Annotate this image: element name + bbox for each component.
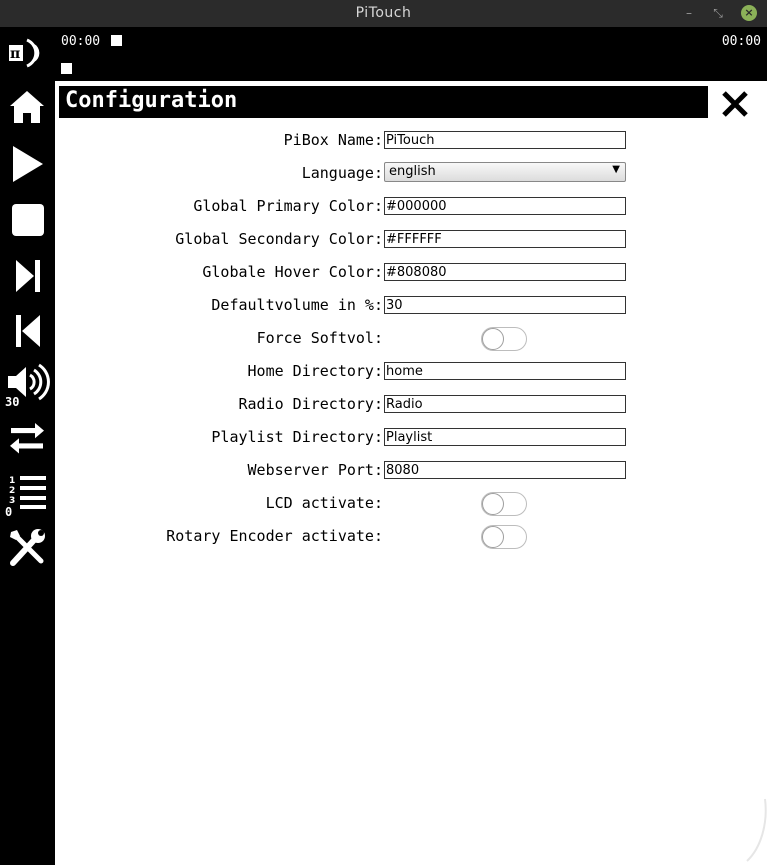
pi-logo-icon: π [9,38,40,68]
config-row-primary-color: Global Primary Color: [55,195,767,219]
maximize-button[interactable]: ⤡ [711,6,725,20]
stop-indicator-icon [111,35,122,46]
pibox-name-input[interactable] [384,131,626,149]
page-header: Configuration [59,86,708,118]
primary-color-input[interactable] [384,197,626,215]
playlist-count-badge: 0 [5,505,13,519]
secondary-color-input[interactable] [384,230,626,248]
playback-status-bar: 00:00 00:00 [0,27,767,81]
webserver-port-input[interactable] [384,461,626,479]
svg-text:2: 2 [9,486,15,496]
toggle-knob [482,328,504,350]
config-row-playlist-directory: Playlist Directory: [55,426,767,450]
window-titlebar: PiTouch – ⤡ × [0,0,767,27]
home-icon [10,91,44,123]
config-row-pibox-name: PiBox Name: [55,129,767,153]
default-volume-input[interactable] [384,296,626,314]
svg-text:π: π [10,46,20,62]
repeat-icon [10,422,44,454]
hover-color-input[interactable] [384,263,626,281]
config-row-force-softvol: Force Softvol: [55,327,767,351]
elapsed-time: 00:00 [61,34,101,49]
config-row-webserver-port: Webserver Port: [55,459,767,483]
lcd-activate-toggle[interactable] [481,492,527,516]
dropdown-arrow-icon: ▼ [612,164,620,175]
config-row-language: Language: english ▼ [55,162,767,186]
config-row-radio-directory: Radio Directory: [55,393,767,417]
config-row-home-directory: Home Directory: [55,360,767,384]
stop-icon [12,204,44,236]
sidebar-volume-button[interactable]: 30 [0,358,55,409]
previous-track-icon [16,315,40,347]
field-label: Global Secondary Color: [175,230,383,248]
sidebar-play-button[interactable] [0,138,55,188]
playlist-icon: 1 2 3 [9,476,46,509]
stop-indicator-icon [61,63,72,74]
field-label: Webserver Port: [247,461,383,479]
total-time: 00:00 [721,34,761,49]
field-label: Radio Directory: [238,395,384,413]
field-label: Playlist Directory: [211,428,383,446]
field-label: Force Softvol: [256,329,383,347]
page-title: Configuration [65,88,238,113]
sidebar-settings-button[interactable] [0,523,55,573]
play-icon [13,146,43,182]
toggle-knob [482,493,504,515]
sidebar-stop-button[interactable] [0,193,55,243]
close-config-button[interactable] [720,89,750,119]
language-selected-value: english [389,164,436,179]
volume-badge: 30 [5,395,20,409]
field-label: Global Primary Color: [193,197,383,215]
sidebar-home-button[interactable] [0,83,55,133]
field-label: PiBox Name: [283,131,383,149]
config-row-lcd-activate: LCD activate: [55,492,767,516]
config-row-rotary-encoder: Rotary Encoder activate: [55,525,767,549]
field-label: Language: [301,164,383,182]
home-directory-input[interactable] [384,362,626,380]
playlist-directory-input[interactable] [384,428,626,446]
field-label: Home Directory: [247,362,383,380]
sidebar-repeat-button[interactable] [0,413,55,463]
force-softvol-toggle[interactable] [481,327,527,351]
toggle-knob [482,526,504,548]
pi-logo-button[interactable]: π [0,27,55,77]
close-icon [722,91,748,117]
sidebar-playlist-button[interactable]: 1 2 3 0 [0,468,55,519]
field-label: Defaultvolume in %: [211,296,383,314]
svg-text:1: 1 [9,476,15,486]
field-label: Rotary Encoder activate: [166,527,383,545]
settings-tools-icon [10,529,45,566]
field-label: LCD activate: [265,494,383,512]
rotary-encoder-toggle[interactable] [481,525,527,549]
minimize-button[interactable]: – [682,6,696,20]
config-row-default-volume: Defaultvolume in %: [55,294,767,318]
sidebar-previous-button[interactable] [0,303,55,353]
close-window-button[interactable]: × [741,5,757,21]
radio-directory-input[interactable] [384,395,626,413]
decorative-corner-arc [746,798,767,862]
config-row-secondary-color: Global Secondary Color: [55,228,767,252]
window-title: PiTouch [355,5,412,21]
config-row-hover-color: Globale Hover Color: [55,261,767,285]
next-track-icon [16,260,40,292]
field-label: Globale Hover Color: [202,263,383,281]
sidebar-next-button[interactable] [0,248,55,298]
sidebar: π 30 1 2 3 0 [0,27,55,865]
language-select[interactable]: english ▼ [384,162,626,182]
